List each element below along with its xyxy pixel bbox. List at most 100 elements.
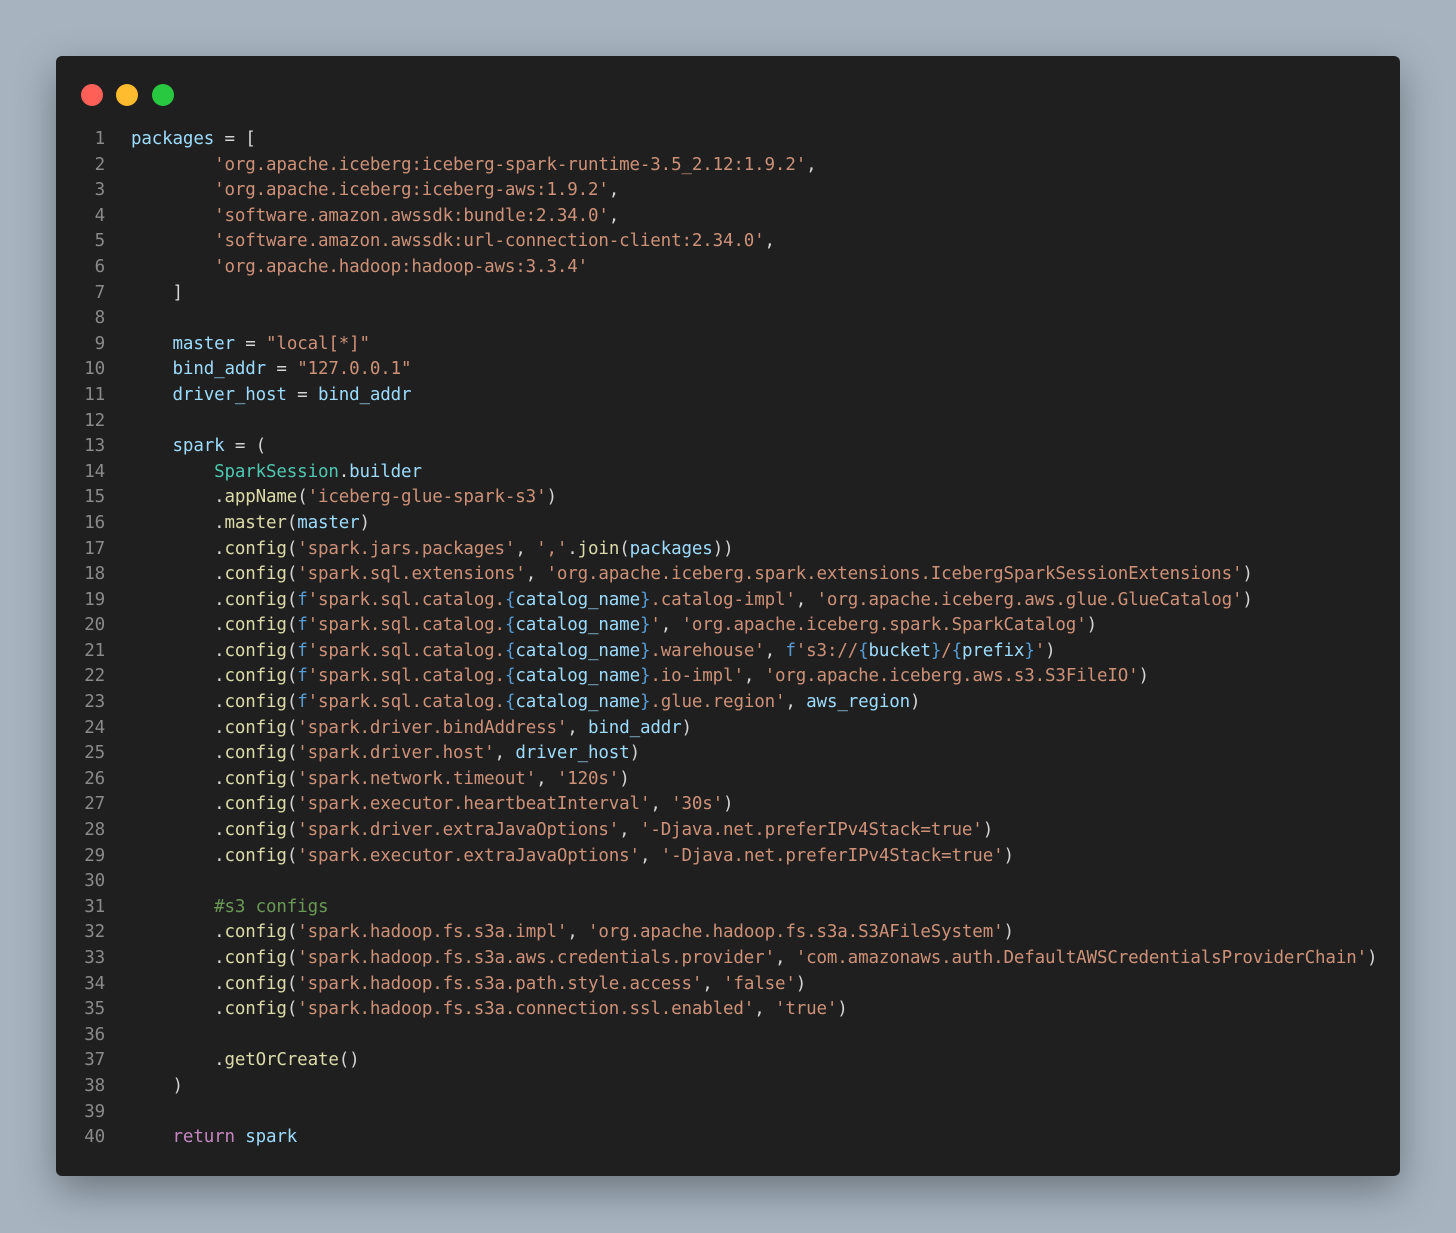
line-number: 8 xyxy=(94,308,106,329)
line-text: .config(f'spark.sql.catalog.{catalog_nam… xyxy=(131,690,920,716)
code-line: 23 .config(f'spark.sql.catalog.{catalog_… xyxy=(56,690,1400,716)
code-token: ( xyxy=(286,794,298,815)
code-token: , xyxy=(639,845,661,866)
code-token: ) xyxy=(1003,845,1014,866)
code-line: 2 'org.apache.iceberg:iceberg-spark-runt… xyxy=(56,153,1400,179)
code-token: ) xyxy=(1138,666,1150,687)
line-text: driver_host = bind_addr xyxy=(131,383,412,409)
line-number: 27 xyxy=(84,794,105,815)
code-token: = [ xyxy=(214,129,256,149)
code-token: catalog_name xyxy=(515,640,640,661)
code-token: appName xyxy=(224,487,298,508)
code-token: , xyxy=(494,743,516,764)
code-token: config xyxy=(224,666,287,687)
maximize-button[interactable] xyxy=(152,84,174,106)
code-line: 18 .config('spark.sql.extensions', 'org.… xyxy=(56,562,1400,588)
code-token: / xyxy=(941,640,952,661)
code-token: 'org.apache.iceberg:iceberg-spark-runtim… xyxy=(214,154,807,175)
code-token: config xyxy=(224,717,287,738)
code-token: . xyxy=(131,692,225,713)
line-number: 23 xyxy=(84,692,105,713)
code-token: 'spark.executor.extraJavaOptions' xyxy=(297,845,640,866)
line-number: 24 xyxy=(84,717,105,738)
code-token: '-Djava.net.preferIPv4Stack=true' xyxy=(660,845,1004,866)
line-number: 38 xyxy=(84,1075,105,1096)
line-text: .config(f'spark.sql.catalog.{catalog_nam… xyxy=(131,588,1253,614)
code-token: { xyxy=(504,640,516,661)
line-text: .config('spark.hadoop.fs.s3a.impl', 'org… xyxy=(131,920,1014,946)
line-text: 'org.apache.iceberg:iceberg-spark-runtim… xyxy=(131,153,817,179)
code-token: config xyxy=(224,692,287,713)
code-token: . xyxy=(131,743,225,764)
code-token: driver_host xyxy=(515,743,630,764)
line-text: SparkSession.builder xyxy=(131,460,422,486)
line-text: packages = [ xyxy=(131,127,256,153)
line-text: .config('spark.driver.extraJavaOptions',… xyxy=(131,818,993,844)
code-token: config xyxy=(224,973,287,994)
code-token: . xyxy=(131,512,225,533)
code-token: } xyxy=(639,615,651,636)
line-number: 30 xyxy=(84,871,105,892)
code-token: . xyxy=(567,538,578,559)
code-token: , xyxy=(660,615,682,636)
line-text: .config('spark.executor.extraJavaOptions… xyxy=(131,844,1014,870)
code-token: 'org.apache.iceberg.spark.SparkCatalog' xyxy=(681,615,1087,636)
code-token: 's3:// xyxy=(795,640,859,661)
code-token: ( xyxy=(619,538,630,559)
line-text: .config('spark.jars.packages', ','.join(… xyxy=(131,537,734,563)
code-line: 39 xyxy=(56,1100,1400,1126)
code-token: catalog_name xyxy=(515,666,640,687)
line-text: .config(f'spark.sql.catalog.{catalog_nam… xyxy=(131,664,1149,690)
code-token: config xyxy=(224,768,287,789)
code-token: 'spark.driver.bindAddress' xyxy=(297,717,568,738)
line-number: 29 xyxy=(84,845,105,866)
code-token: , xyxy=(764,231,776,252)
code-token: 'iceberg-glue-spark-s3' xyxy=(307,487,547,508)
code-token: () xyxy=(338,1050,360,1071)
line-number: 1 xyxy=(94,129,106,149)
code-line: 1 packages = [ xyxy=(56,127,1400,153)
code-line: 37 .getOrCreate() xyxy=(56,1048,1400,1074)
line-number: 10 xyxy=(84,359,105,380)
line-number: 15 xyxy=(84,487,105,508)
code-token: SparkSession xyxy=(214,461,339,482)
code-token: ( xyxy=(286,538,298,559)
code-token: , xyxy=(650,794,672,815)
line-number: 7 xyxy=(94,282,106,303)
code-token: } xyxy=(639,589,651,610)
line-text: .appName('iceberg-glue-spark-s3') xyxy=(131,485,557,511)
code-token: ( xyxy=(286,564,298,585)
code-block[interactable]: 1 packages = [2 'org.apache.iceberg:icebe… xyxy=(56,127,1400,1151)
code-token: . xyxy=(131,640,225,661)
code-token: ( xyxy=(286,512,298,533)
line-number: 39 xyxy=(84,1101,105,1122)
line-number: 26 xyxy=(84,768,105,789)
code-token: . xyxy=(131,1050,225,1071)
code-token: 'true' xyxy=(774,999,838,1020)
code-token: spark xyxy=(172,436,225,457)
code-token: ] xyxy=(131,282,184,303)
code-token: { xyxy=(504,615,516,636)
code-token: ( xyxy=(286,717,298,738)
code-line: 27 .config('spark.executor.heartbeatInte… xyxy=(56,792,1400,818)
line-number: 9 xyxy=(94,333,106,354)
code-token: bind_addr xyxy=(317,384,412,405)
line-number: 31 xyxy=(84,896,105,917)
line-text: 'org.apache.hadoop:hadoop-aws:3.3.4' xyxy=(131,255,588,281)
line-number: 20 xyxy=(84,615,105,636)
close-button[interactable] xyxy=(81,84,103,106)
code-token: master xyxy=(224,512,287,533)
minimize-button[interactable] xyxy=(116,84,138,106)
code-token: . xyxy=(131,948,225,968)
line-text: .config('spark.executor.heartbeatInterva… xyxy=(131,792,734,818)
code-line: 20 .config(f'spark.sql.catalog.{catalog_… xyxy=(56,613,1400,639)
code-token: .glue.region' xyxy=(650,692,786,713)
code-token: 'org.apache.iceberg.aws.glue.GlueCatalog… xyxy=(816,589,1243,610)
code-token: driver_host xyxy=(172,384,287,405)
code-token: ) xyxy=(1242,589,1253,610)
code-token: f xyxy=(297,692,308,713)
code-line: 33 .config('spark.hadoop.fs.s3a.aws.cred… xyxy=(56,946,1400,972)
code-token: config xyxy=(224,564,287,585)
